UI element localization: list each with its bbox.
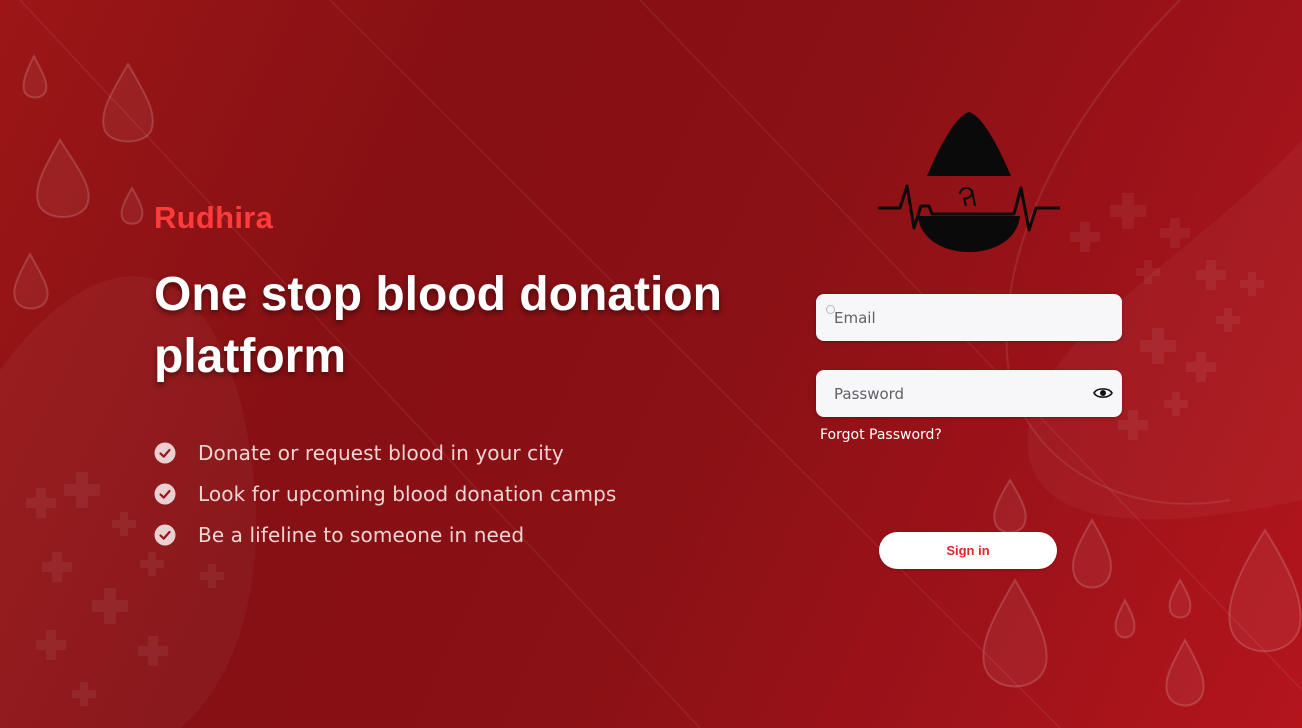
field-marker bbox=[826, 305, 835, 314]
check-circle-icon bbox=[154, 524, 176, 545]
forgot-password-link[interactable]: Forgot Password? bbox=[820, 427, 942, 443]
feature-item: Look for upcoming blood donation camps bbox=[154, 473, 616, 514]
check-circle-icon bbox=[154, 442, 176, 463]
feature-item: Donate or request blood in your city bbox=[154, 432, 616, 473]
feature-list: Donate or request blood in your city Loo… bbox=[154, 432, 616, 555]
feature-text: Donate or request blood in your city bbox=[198, 440, 564, 465]
password-input[interactable] bbox=[816, 370, 1074, 417]
email-input[interactable] bbox=[816, 294, 1074, 341]
password-field[interactable] bbox=[816, 370, 1122, 417]
feature-text: Be a lifeline to someone in need bbox=[198, 522, 525, 547]
brand-name: Rudhira bbox=[154, 200, 274, 235]
feature-item: Be a lifeline to someone in need bbox=[154, 514, 616, 555]
headline: One stop blood donation platform bbox=[154, 268, 722, 383]
blood-drop-heartbeat-icon bbox=[878, 112, 1060, 252]
eye-icon[interactable] bbox=[1093, 384, 1113, 402]
email-field[interactable] bbox=[816, 294, 1122, 341]
sign-in-button[interactable]: Sign in bbox=[879, 532, 1057, 569]
check-circle-icon bbox=[154, 483, 176, 504]
login-page: Rudhira One stop blood donation platform… bbox=[0, 0, 1302, 728]
feature-text: Look for upcoming blood donation camps bbox=[198, 481, 617, 506]
